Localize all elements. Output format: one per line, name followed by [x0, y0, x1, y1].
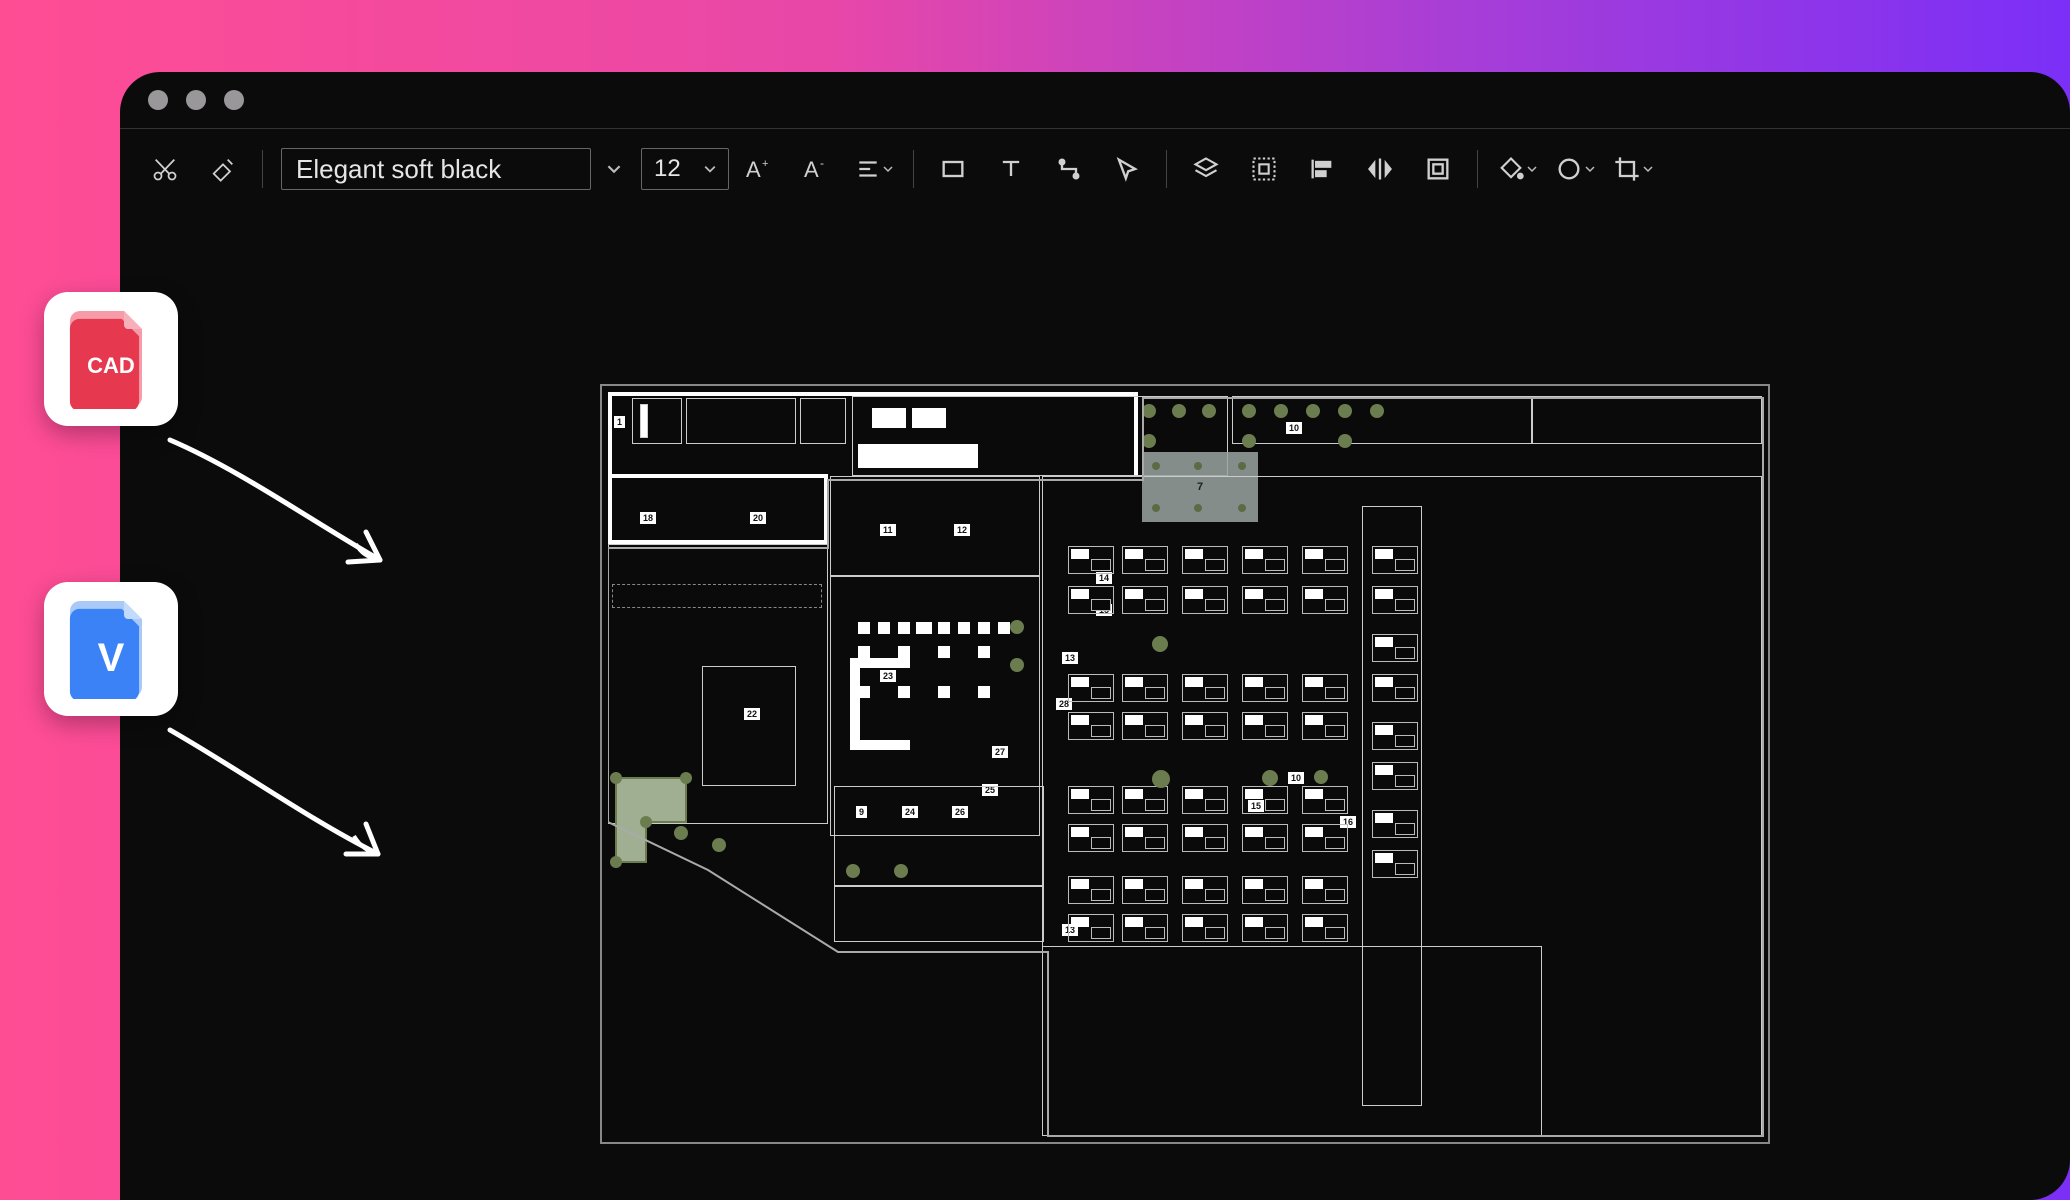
font-size-picker[interactable]: 12: [641, 148, 729, 190]
landscape-shape: [600, 766, 706, 876]
align-left-icon: [1308, 155, 1336, 183]
app-window: Elegant soft black 12 A+ A-: [120, 72, 2070, 1200]
flip-icon: [1366, 155, 1394, 183]
cut-button[interactable]: [136, 139, 194, 199]
font-name-value: Elegant soft black: [296, 154, 501, 185]
cad-file-icon: CAD: [68, 309, 154, 409]
rectangle-tool[interactable]: [924, 139, 982, 199]
chevron-down-icon: [704, 163, 716, 175]
layers-icon: [1192, 155, 1220, 183]
paint-bucket-icon: [1497, 155, 1525, 183]
font-grow-icon: A+: [742, 155, 774, 183]
paint-icon: [209, 155, 237, 183]
svg-text:V: V: [98, 636, 125, 680]
page-fit-icon: [1424, 155, 1452, 183]
connector-tool[interactable]: [1040, 139, 1098, 199]
fill-button[interactable]: [1488, 139, 1546, 199]
font-picker-caret[interactable]: [599, 148, 629, 190]
room-label: 1: [614, 416, 625, 428]
floorplan-canvas[interactable]: 7 1 18 20 11 12 14 15 13 10 22 23 10 28 …: [600, 384, 1770, 1144]
pointer-tool[interactable]: [1098, 139, 1156, 199]
svg-text:+: +: [762, 158, 768, 170]
group-button[interactable]: [1235, 139, 1293, 199]
text-icon: [997, 155, 1025, 183]
toolbar-separator: [1166, 150, 1167, 188]
toolbar-separator: [262, 150, 263, 188]
layers-button[interactable]: [1177, 139, 1235, 199]
svg-text:CAD: CAD: [87, 353, 135, 378]
svg-text:A: A: [746, 157, 761, 182]
font-picker[interactable]: Elegant soft black: [281, 148, 591, 190]
arrow-visio-to-canvas: [160, 720, 420, 900]
visio-file-icon: V: [68, 599, 154, 699]
cad-file-card[interactable]: CAD: [44, 292, 178, 426]
traffic-close[interactable]: [148, 90, 168, 110]
font-grow-button[interactable]: A+: [729, 139, 787, 199]
visio-file-card[interactable]: V: [44, 582, 178, 716]
align-lines-icon: [855, 156, 881, 182]
align-objects-button[interactable]: [1293, 139, 1351, 199]
crop-icon: [1613, 155, 1641, 183]
room-label: 10: [1286, 422, 1302, 434]
window-titlebar: [120, 72, 2070, 128]
connector-icon: [1055, 155, 1083, 183]
toolbar-separator: [1477, 150, 1478, 188]
traffic-zoom[interactable]: [224, 90, 244, 110]
cursor-icon: [1113, 155, 1141, 183]
circle-shadow-icon: [1555, 155, 1583, 183]
room-label: 20: [750, 512, 766, 524]
crop-button[interactable]: [1604, 139, 1662, 199]
chevron-down-icon: [1585, 164, 1595, 174]
chevron-down-icon: [1527, 164, 1537, 174]
font-shrink-icon: A-: [800, 155, 832, 183]
format-painter-button[interactable]: [194, 139, 252, 199]
arrow-cad-to-canvas: [160, 430, 420, 610]
font-size-value: 12: [654, 155, 681, 183]
align-menu-button[interactable]: [845, 139, 903, 199]
svg-text:A: A: [804, 157, 819, 182]
toolbar: Elegant soft black 12 A+ A-: [120, 129, 2070, 209]
flip-button[interactable]: [1351, 139, 1409, 199]
svg-text:-: -: [820, 156, 824, 170]
shadow-button[interactable]: [1546, 139, 1604, 199]
traffic-minimize[interactable]: [186, 90, 206, 110]
chevron-down-icon: [1643, 164, 1653, 174]
chevron-down-icon: [607, 162, 621, 176]
scissors-icon: [151, 155, 179, 183]
chevron-down-icon: [883, 164, 893, 174]
fit-page-button[interactable]: [1409, 139, 1467, 199]
text-tool[interactable]: [982, 139, 1040, 199]
toolbar-separator: [913, 150, 914, 188]
rectangle-icon: [939, 155, 967, 183]
group-icon: [1250, 155, 1278, 183]
font-shrink-button[interactable]: A-: [787, 139, 845, 199]
room-label: 18: [640, 512, 656, 524]
